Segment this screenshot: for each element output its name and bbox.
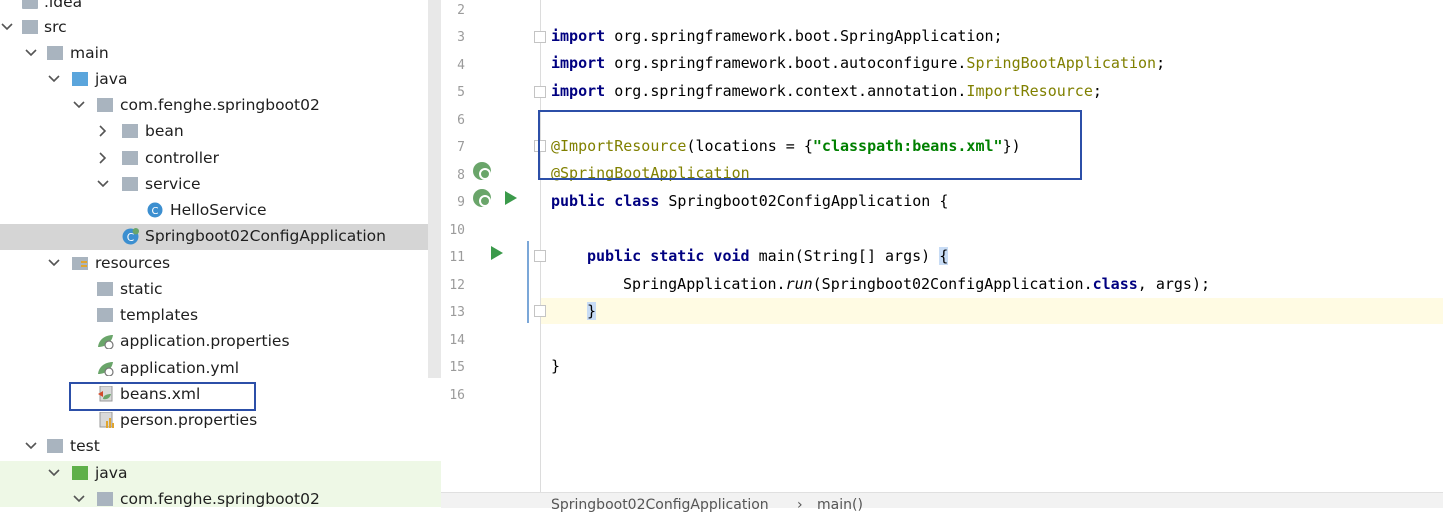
project-tree: .idea src main java com.fenghe.springboo… (0, 0, 441, 507)
line-number: 13 (449, 305, 465, 320)
line-number: 16 (449, 388, 465, 403)
tree-item-application-yml[interactable]: application.yml (0, 356, 441, 382)
line-number: 7 (457, 140, 465, 155)
spring-boot-class-icon: C (122, 228, 139, 245)
tree-item-test-java[interactable]: java (0, 461, 441, 487)
spring-config-file-icon (98, 362, 114, 376)
tree-item-idea[interactable]: .idea (0, 0, 441, 16)
tree-item-springboot02configapplication[interactable]: C Springboot02ConfigApplication (0, 224, 441, 250)
tree-item-java[interactable]: java (0, 67, 441, 93)
chevron-down-icon[interactable] (72, 98, 86, 112)
code-editor[interactable]: 2 3 4 5 6 7 8 9 10 11 12 13 14 15 16 imp… (441, 0, 1443, 513)
run-icon[interactable] (505, 191, 517, 205)
tree-scrollbar[interactable] (428, 0, 441, 378)
svg-text:C: C (152, 206, 159, 217)
breadcrumb-method[interactable]: main() (817, 497, 863, 513)
properties-file-icon (99, 412, 114, 428)
code-line-11: public static void main(String[] args) { (587, 247, 949, 265)
line-number: 15 (449, 360, 465, 375)
chevron-down-icon[interactable] (24, 46, 38, 60)
resources-folder-icon (72, 257, 88, 270)
folder-icon (97, 308, 113, 322)
import-resource-highlight-box (538, 110, 1082, 180)
folder-icon (22, 20, 38, 34)
tree-item-test[interactable]: test (0, 434, 441, 460)
tree-item-main[interactable]: main (0, 41, 441, 67)
line-number: 6 (457, 113, 465, 128)
run-icon[interactable] (491, 246, 503, 260)
package-icon (122, 177, 138, 191)
line-number: 3 (457, 30, 465, 45)
fold-icon[interactable] (534, 250, 546, 262)
code-line-12: SpringApplication.run(Springboot02Config… (623, 275, 1211, 293)
line-number: 14 (449, 333, 465, 348)
code-line-4: import org.springframework.boot.autoconf… (551, 54, 1166, 72)
code-line-5: import org.springframework.context.annot… (551, 82, 1102, 100)
chevron-down-icon[interactable] (24, 439, 38, 453)
folder-icon (47, 439, 63, 453)
code-line-15: } (551, 357, 561, 375)
line-number: 10 (449, 223, 465, 238)
chevron-right-icon[interactable] (96, 151, 110, 165)
tree-item-helloservice[interactable]: C HelloService (0, 198, 441, 224)
tree-item-static[interactable]: static (0, 277, 441, 303)
editor-gutter: 2 3 4 5 6 7 8 9 10 11 12 13 14 15 16 (441, 0, 546, 492)
folder-icon (47, 46, 63, 60)
tree-item-bean[interactable]: bean (0, 119, 441, 145)
folder-icon (97, 282, 113, 296)
tree-item-resources[interactable]: resources (0, 251, 441, 277)
tree-item-templates[interactable]: templates (0, 303, 441, 329)
package-icon (97, 98, 113, 112)
chevron-down-icon[interactable] (72, 492, 86, 506)
breadcrumb-separator: › (797, 497, 803, 513)
beans-xml-highlight-box (69, 382, 256, 411)
package-icon (97, 492, 113, 506)
line-number: 11 (449, 250, 465, 265)
folder-icon (22, 0, 38, 9)
tree-item-test-package[interactable]: com.fenghe.springboot02 (0, 487, 441, 507)
tree-item-service[interactable]: service (0, 172, 441, 198)
spring-bean-gutter-icon[interactable] (473, 189, 491, 207)
package-icon (122, 151, 138, 165)
code-line-3: import org.springframework.boot.SpringAp… (551, 27, 1003, 45)
chevron-down-icon[interactable] (0, 20, 14, 34)
line-number: 8 (457, 168, 465, 183)
line-number: 2 (457, 3, 465, 18)
code-line-13: } (587, 302, 597, 320)
source-folder-icon (72, 72, 88, 86)
tree-item-person-properties[interactable]: person.properties (0, 408, 441, 434)
chevron-down-icon[interactable] (47, 256, 61, 270)
chevron-down-icon[interactable] (47, 466, 61, 480)
breadcrumb-class[interactable]: Springboot02ConfigApplication (551, 497, 769, 513)
line-number: 12 (449, 278, 465, 293)
line-number: 9 (457, 195, 465, 210)
fold-icon[interactable] (534, 31, 546, 43)
code-line-9: public class Springboot02ConfigApplicati… (551, 192, 949, 210)
fold-icon[interactable] (534, 86, 546, 98)
line-number: 4 (457, 58, 465, 73)
spring-bean-gutter-icon[interactable] (473, 162, 491, 180)
chevron-right-icon[interactable] (96, 124, 110, 138)
chevron-down-icon[interactable] (96, 177, 110, 191)
java-class-icon: C (147, 202, 163, 218)
tree-item-application-properties[interactable]: application.properties (0, 329, 441, 355)
spring-config-file-icon (98, 335, 114, 349)
tree-item-package[interactable]: com.fenghe.springboot02 (0, 93, 441, 119)
test-source-folder-icon (72, 466, 88, 480)
package-icon (122, 124, 138, 138)
breadcrumb: Springboot02ConfigApplication › main() (441, 492, 1443, 513)
chevron-down-icon[interactable] (47, 72, 61, 86)
tree-item-controller[interactable]: controller (0, 146, 441, 172)
method-scope-guide (527, 241, 529, 323)
fold-icon[interactable] (534, 305, 546, 317)
line-number: 5 (457, 85, 465, 100)
tree-item-src[interactable]: src (0, 15, 441, 41)
